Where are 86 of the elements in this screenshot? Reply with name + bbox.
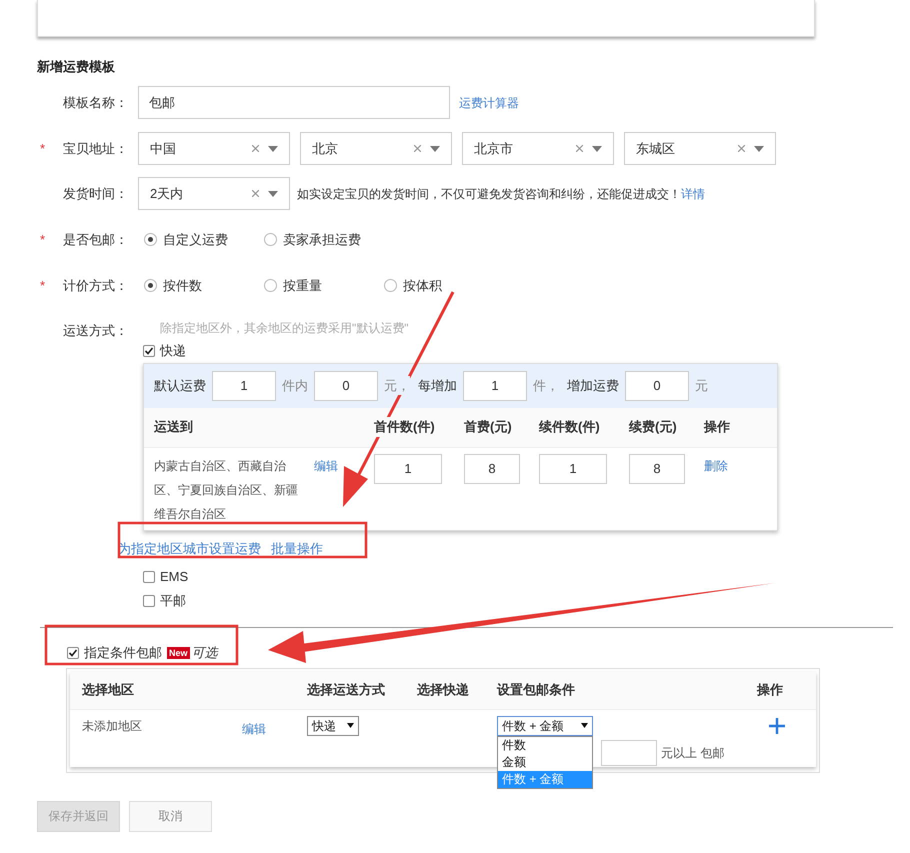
details-link[interactable]: 详情 — [681, 184, 705, 202]
radio-label: 按件数 — [163, 276, 202, 295]
number-field[interactable]: 0 — [314, 370, 378, 400]
new-badge: New — [167, 646, 190, 658]
clear-icon — [252, 145, 259, 152]
number-field[interactable]: 0 — [625, 370, 689, 400]
radio-label: 自定义运费 — [163, 230, 228, 249]
hint-text: 除指定地区外，其余地区的运费采用"默认运费" — [160, 320, 410, 336]
required-mark: * — [40, 140, 46, 156]
column-header: 选择运送方式 — [307, 681, 386, 700]
clear-icon — [414, 145, 421, 152]
caret-icon — [268, 190, 278, 196]
text-field[interactable]: 包邮 — [138, 86, 450, 119]
edit-link[interactable]: 编辑 — [314, 454, 338, 526]
fee-label: 每增加 — [418, 376, 457, 395]
number-field[interactable]: 1 — [463, 370, 527, 400]
column-header: 续费(元) — [629, 417, 677, 437]
calculator-link[interactable]: 运费计算器 — [459, 94, 519, 112]
radio-button[interactable] — [144, 279, 157, 292]
caret-icon — [268, 146, 278, 152]
delete-link[interactable]: 删除 — [704, 454, 767, 478]
radio-button[interactable] — [264, 233, 277, 246]
caret-icon — [754, 146, 764, 152]
hint-text: 如实设定宝贝的发货时间，不仅可避免发货咨询和纠纷，还能促进成交！ — [297, 186, 681, 202]
column-header: 首件数(件) — [374, 417, 435, 437]
field-label: 模板名称： — [63, 94, 128, 112]
radio-button[interactable] — [264, 279, 277, 292]
number-field[interactable]: 8 — [464, 454, 520, 484]
radio-label: 按体积 — [403, 276, 442, 295]
method-label: 快递 — [160, 342, 186, 360]
checkbox[interactable] — [143, 570, 155, 582]
region-text: 内蒙古自治区、西藏自治区、宁夏回族自治区、新疆维吾尔自治区 — [154, 458, 299, 522]
amount-field[interactable] — [601, 740, 657, 766]
number-field[interactable]: 8 — [629, 454, 685, 484]
select-field[interactable]: 北京市 — [462, 132, 614, 165]
select-field[interactable]: 2天内 — [138, 177, 290, 210]
field-label: 计价方式： — [63, 276, 128, 295]
column-header: 设置包邮条件 — [497, 681, 576, 700]
field-label: 运送方式： — [63, 322, 128, 340]
action-link[interactable]: 批量操作 — [271, 538, 323, 558]
checkbox[interactable] — [143, 344, 155, 356]
column-header: 选择快递 — [417, 681, 470, 700]
method-select[interactable]: 快递 — [307, 716, 359, 736]
fee-label: 增加运费 — [567, 376, 619, 395]
unit-label: 元， — [384, 376, 410, 396]
caret-icon — [581, 723, 588, 728]
field-label: 宝贝地址： — [63, 140, 128, 158]
checkbox[interactable] — [67, 646, 79, 658]
caret-icon — [592, 146, 602, 152]
select-field[interactable]: 东城区 — [624, 132, 776, 165]
field-label: 是否包邮： — [63, 230, 128, 249]
dropdown-option[interactable]: 金额 — [498, 754, 592, 770]
fee-label: 默认运费 — [154, 376, 206, 395]
clear-icon — [252, 190, 259, 197]
region-text: 未添加地区 — [82, 718, 143, 734]
radio-label: 卖家承担运费 — [283, 230, 361, 249]
column-header: 续件数(件) — [539, 417, 600, 437]
optional-note: 可选 — [192, 644, 218, 662]
radio-button[interactable] — [384, 279, 397, 292]
checkbox[interactable] — [143, 594, 155, 606]
required-mark: * — [40, 232, 46, 247]
required-mark: * — [40, 278, 46, 293]
condition-select[interactable]: 件数 + 金额 — [497, 716, 593, 736]
section-title: 新增运费模板 — [37, 58, 116, 76]
radio-label: 按重量 — [283, 276, 322, 295]
select-field[interactable]: 北京 — [300, 132, 452, 165]
suffix-text: 元以上 包邮 — [661, 744, 724, 762]
column-header: 选择地区 — [82, 681, 135, 700]
column-header: 首费(元) — [464, 417, 512, 437]
clear-icon — [738, 145, 745, 152]
number-field[interactable]: 1 — [539, 454, 607, 484]
field-label: 发货时间： — [63, 184, 128, 203]
clear-icon — [576, 145, 583, 152]
number-field[interactable]: 1 — [212, 370, 276, 400]
number-field[interactable]: 1 — [374, 454, 442, 484]
radio-button[interactable] — [144, 233, 157, 246]
edit-link[interactable]: 编辑 — [242, 718, 307, 738]
method-label: EMS — [160, 568, 188, 586]
caret-icon — [430, 146, 440, 152]
method-label: 平邮 — [160, 592, 186, 610]
caret-icon — [347, 723, 354, 728]
add-icon[interactable] — [769, 718, 785, 734]
select-field[interactable]: 中国 — [138, 132, 290, 165]
dropdown-option[interactable]: 件数 — [498, 736, 592, 754]
option-label: 指定条件包邮 — [84, 644, 162, 662]
column-header: 操作 — [757, 681, 784, 700]
